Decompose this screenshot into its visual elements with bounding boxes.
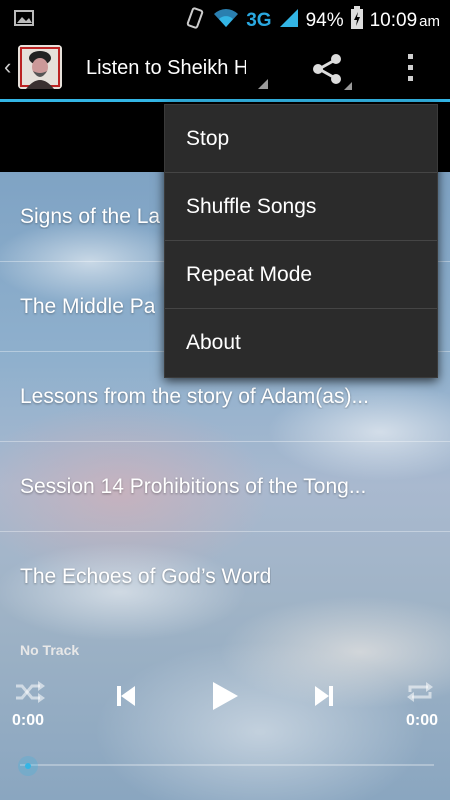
- song-title: Session 14 Prohibitions of the Tong...: [20, 474, 367, 498]
- menu-item-about[interactable]: About: [165, 309, 437, 377]
- song-title: The Echoes of God’s Word: [20, 565, 272, 588]
- app-logo-avatar[interactable]: [18, 45, 62, 89]
- song-title: The Middle Pa: [20, 294, 156, 318]
- clock-time: 10:09: [369, 10, 418, 31]
- overflow-dot-icon: [407, 76, 413, 81]
- signal-icon: [278, 7, 300, 35]
- clock-ampm: am: [419, 13, 440, 30]
- clock: 10:09 am: [370, 10, 440, 32]
- shuffle-button[interactable]: [14, 680, 46, 704]
- previous-button[interactable]: [114, 684, 138, 708]
- repeat-icon: [407, 682, 433, 702]
- player-panel: No Track 0:00 0:00: [0, 636, 450, 800]
- menu-item-stop[interactable]: Stop: [165, 105, 437, 173]
- up-navigation-icon[interactable]: ‹: [4, 54, 11, 80]
- battery-charging-icon: [350, 6, 364, 36]
- overflow-menu-button[interactable]: [398, 48, 422, 88]
- skip-next-icon: [315, 686, 333, 706]
- song-title: Signs of the La: [20, 204, 161, 228]
- elapsed-time: 0:00: [12, 712, 45, 729]
- song-title: Lessons from the story of Adam(as)...: [20, 384, 369, 408]
- vibrate-icon: [184, 6, 206, 36]
- screenshot-icon: [14, 9, 34, 32]
- play-button[interactable]: [210, 680, 240, 712]
- menu-item-repeat-mode[interactable]: Repeat Mode: [165, 241, 437, 309]
- play-icon: [213, 682, 238, 710]
- next-button[interactable]: [312, 684, 336, 708]
- song-item[interactable]: Session 14 Prohibitions of the Tong...: [0, 442, 450, 532]
- now-playing-label: No Track: [20, 642, 80, 658]
- share-dropdown-indicator-icon: [344, 82, 352, 90]
- network-type-label: 3G: [246, 10, 272, 31]
- skip-previous-icon: [117, 686, 135, 706]
- app-title[interactable]: Listen to Sheikh H: [86, 57, 246, 80]
- seek-thumb[interactable]: [18, 756, 38, 776]
- overflow-dot-icon: [407, 54, 413, 59]
- seek-bar[interactable]: [20, 764, 434, 766]
- action-bar: ‹ Listen to Sheikh H: [0, 36, 450, 102]
- battery-percent: 94%: [305, 10, 344, 31]
- title-dropdown-indicator-icon[interactable]: [258, 79, 268, 89]
- wifi-icon: [212, 7, 240, 35]
- overflow-popup-menu: Stop Shuffle Songs Repeat Mode About: [164, 104, 438, 378]
- overflow-dot-icon: [407, 65, 413, 70]
- repeat-button[interactable]: [406, 680, 434, 704]
- song-item[interactable]: The Echoes of God’s Word: [0, 532, 450, 622]
- status-bar: 3G 94% 10:09 am: [0, 0, 450, 36]
- shuffle-icon: [16, 681, 45, 703]
- menu-item-shuffle-songs[interactable]: Shuffle Songs: [165, 173, 437, 241]
- total-duration: 0:00: [405, 712, 438, 729]
